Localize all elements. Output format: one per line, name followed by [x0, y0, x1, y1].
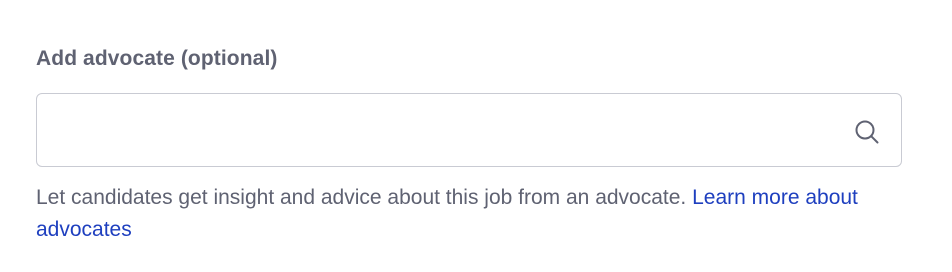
add-advocate-label: Add advocate (optional) — [36, 47, 278, 70]
advocate-search-box[interactable] — [36, 93, 902, 167]
search-icon[interactable] — [853, 118, 881, 146]
add-advocate-section: Add advocate (optional) Let candidates g… — [0, 0, 952, 272]
advocate-search-input[interactable] — [37, 94, 857, 166]
helper-description: Let candidates get insight and advice ab… — [36, 186, 693, 209]
advocate-helper-text: Let candidates get insight and advice ab… — [36, 182, 916, 246]
